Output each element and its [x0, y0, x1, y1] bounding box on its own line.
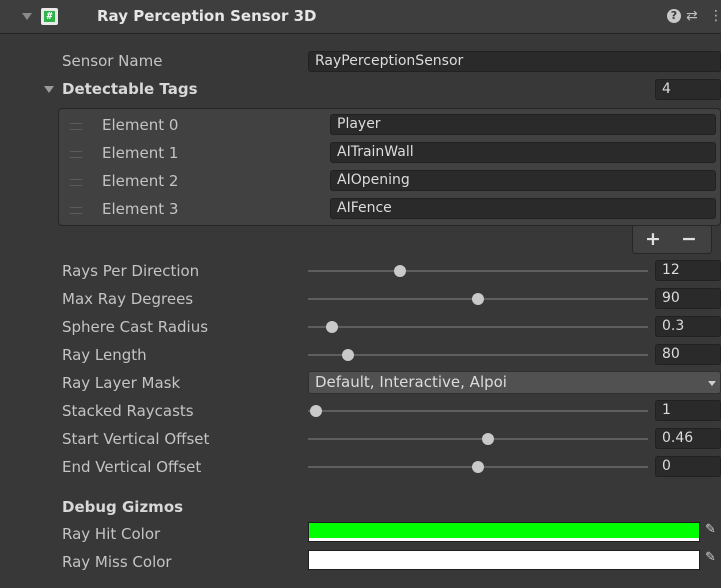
- drag-handle-icon[interactable]: [70, 207, 82, 214]
- ray-layer-mask-label: Ray Layer Mask: [62, 374, 181, 392]
- stacked-raycasts-input[interactable]: 1: [655, 400, 721, 421]
- end-vertical-offset-slider[interactable]: [308, 461, 648, 473]
- slider-knob[interactable]: [394, 265, 407, 277]
- element-0-input[interactable]: Player: [330, 114, 716, 135]
- detectable-tags-count[interactable]: 4: [655, 79, 721, 100]
- ray-hit-color-label: Ray Hit Color: [62, 525, 161, 543]
- ray-hit-color-swatch[interactable]: [308, 522, 700, 542]
- chevron-down-icon: [708, 381, 716, 386]
- ray-length-input[interactable]: 80: [655, 344, 721, 365]
- script-icon[interactable]: #: [41, 8, 58, 25]
- element-2-input[interactable]: AIOpening: [330, 170, 716, 191]
- list-footer: + −: [632, 226, 712, 254]
- stacked-raycasts-slider[interactable]: [308, 405, 648, 417]
- eyedropper-icon[interactable]: ✎: [705, 550, 716, 565]
- element-3-label: Element 3: [102, 200, 179, 218]
- rays-per-direction-slider[interactable]: [308, 265, 648, 277]
- ray-length-label: Ray Length: [62, 346, 147, 364]
- sensor-name-input[interactable]: RayPerceptionSensor: [308, 51, 721, 72]
- start-vertical-offset-slider[interactable]: [308, 433, 648, 445]
- rays-per-direction-label: Rays Per Direction: [62, 262, 200, 280]
- detectable-tags-foldout-icon[interactable]: [44, 86, 54, 93]
- slider-knob[interactable]: [481, 433, 494, 445]
- drag-handle-icon[interactable]: [70, 151, 82, 158]
- sensor-name-label: Sensor Name: [62, 52, 163, 70]
- element-3-input[interactable]: AIFence: [330, 198, 716, 219]
- ray-layer-mask-dropdown[interactable]: Default, Interactive, Alpoi: [308, 371, 721, 394]
- help-icon[interactable]: ?: [667, 9, 681, 23]
- eyedropper-icon[interactable]: ✎: [705, 522, 716, 537]
- debug-gizmos-heading: Debug Gizmos: [62, 498, 184, 516]
- slider-knob[interactable]: [310, 405, 322, 417]
- component-header[interactable]: # Ray Perception Sensor 3D ? ⇄ ⋮: [0, 0, 721, 34]
- slider-knob[interactable]: [472, 293, 484, 305]
- sphere-cast-radius-input[interactable]: 0.3: [655, 316, 721, 337]
- slider-knob[interactable]: [342, 349, 355, 361]
- ray-layer-mask-value: Default, Interactive, Alpoi: [315, 373, 507, 391]
- slider-knob[interactable]: [326, 321, 339, 333]
- drag-handle-icon[interactable]: [70, 179, 82, 186]
- slider-knob[interactable]: [472, 461, 484, 473]
- detectable-tags-label[interactable]: Detectable Tags: [62, 80, 198, 98]
- max-ray-degrees-label: Max Ray Degrees: [62, 290, 194, 308]
- sphere-cast-radius-label: Sphere Cast Radius: [62, 318, 209, 336]
- foldout-triangle-icon[interactable]: [22, 13, 32, 20]
- element-2-label: Element 2: [102, 172, 179, 190]
- end-vertical-offset-input[interactable]: 0: [655, 456, 721, 477]
- add-element-button[interactable]: +: [645, 228, 661, 250]
- ray-length-slider[interactable]: [308, 349, 648, 361]
- ray-miss-color-label: Ray Miss Color: [62, 553, 172, 571]
- start-vertical-offset-input[interactable]: 0.46: [655, 428, 721, 449]
- ray-miss-color-swatch[interactable]: [308, 550, 700, 570]
- rays-per-direction-input[interactable]: 12: [655, 260, 721, 281]
- element-1-input[interactable]: AITrainWall: [330, 142, 716, 163]
- element-1-label: Element 1: [102, 144, 179, 162]
- drag-handle-icon[interactable]: [70, 123, 82, 130]
- presets-icon[interactable]: ⇄: [686, 8, 698, 25]
- stacked-raycasts-label: Stacked Raycasts: [62, 402, 194, 420]
- max-ray-degrees-input[interactable]: 90: [655, 288, 721, 309]
- element-0-label: Element 0: [102, 116, 179, 134]
- start-vertical-offset-label: Start Vertical Offset: [62, 430, 210, 448]
- component-title: Ray Perception Sensor 3D: [97, 7, 317, 25]
- context-menu-icon[interactable]: ⋮: [709, 8, 721, 25]
- max-ray-degrees-slider[interactable]: [308, 293, 648, 305]
- end-vertical-offset-label: End Vertical Offset: [62, 458, 202, 476]
- remove-element-button[interactable]: −: [681, 228, 697, 250]
- sphere-cast-radius-slider[interactable]: [308, 321, 648, 333]
